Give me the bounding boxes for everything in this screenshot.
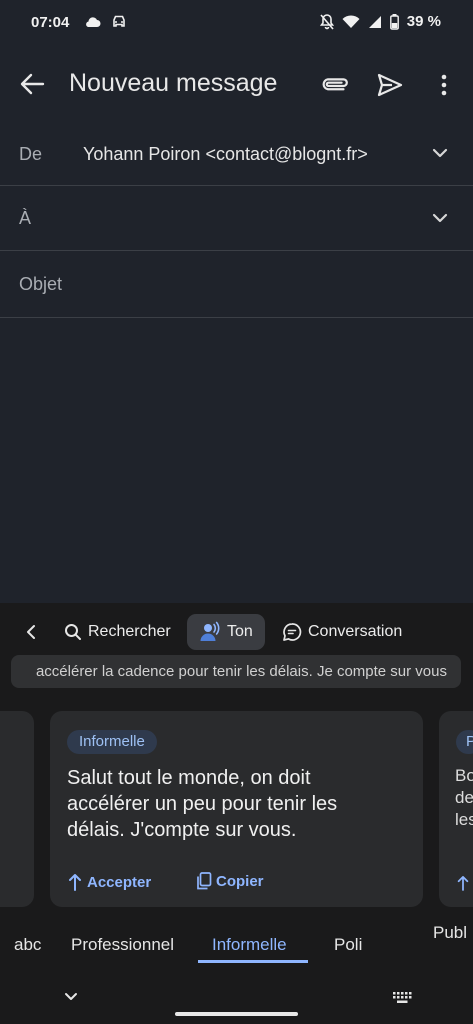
gesture-handle[interactable]: [175, 1012, 298, 1016]
conversation-tool[interactable]: Conversation: [282, 614, 402, 650]
accept-label: Accepter: [87, 873, 152, 891]
back-arrow-icon[interactable]: [18, 70, 46, 98]
tab-professionnel[interactable]: Professionnel: [71, 935, 174, 955]
accept-arrow-icon[interactable]: [456, 874, 470, 892]
suggestion-carousel[interactable]: Informelle Salut tout le monde, on doit …: [0, 711, 473, 909]
app-bar: Nouveau message: [0, 52, 473, 116]
paperclip-icon[interactable]: [320, 70, 350, 100]
battery-level: 39 %: [406, 13, 441, 30]
accept-button[interactable]: Accepter: [67, 872, 151, 892]
to-label: À: [19, 208, 32, 228]
tone-source-preview: accélérer la cadence pour tenir les déla…: [11, 655, 461, 688]
suggestion-text: Salut tout le monde, on doit accélérer u…: [67, 767, 338, 841]
chevron-left-icon[interactable]: [24, 624, 38, 640]
tone-tool-label: Ton: [227, 623, 253, 640]
navigation-bar: [0, 975, 473, 1024]
tab-publ[interactable]: Publ: [433, 923, 467, 943]
status-time: 07:04: [31, 14, 70, 31]
tone-chip: Informelle: [67, 730, 157, 754]
suggestion-card-next[interactable]: P Bo de les: [439, 711, 473, 907]
tab-poli[interactable]: Poli: [334, 935, 362, 955]
status-bar: 07:04 39 %: [0, 0, 473, 46]
cloud-icon: [86, 16, 101, 27]
signal-icon: [368, 15, 381, 28]
tone-chip: P: [456, 730, 473, 754]
tone-tool[interactable]: Ton: [187, 614, 265, 650]
preview-text: accélérer la cadence pour tenir les déla…: [35, 663, 447, 680]
copy-icon: [197, 872, 212, 890]
more-vert-icon[interactable]: [432, 70, 456, 100]
chevron-down-icon[interactable]: [429, 142, 451, 164]
accept-arrow-icon: [69, 874, 81, 891]
keyboard-toolbar: Rechercher Ton Conversation: [0, 607, 473, 653]
message-body[interactable]: [0, 318, 473, 603]
peek-suggestion-text: Bo de les: [455, 766, 473, 829]
suggestion-card-prev[interactable]: [0, 711, 34, 907]
car-icon: [113, 15, 125, 27]
tab-abc[interactable]: abc: [14, 935, 41, 955]
from-field[interactable]: De Yohann Poiron <contact@blognt.fr>: [0, 120, 473, 186]
notifications-off-icon: [319, 13, 334, 30]
battery-icon: [389, 13, 399, 30]
keyboard-panel: Rechercher Ton Conversation accélérer la…: [0, 603, 473, 1024]
active-tab-indicator: [198, 960, 308, 963]
subject-placeholder: Objet: [19, 274, 63, 294]
chevron-down-icon[interactable]: [429, 207, 451, 229]
suggestion-card[interactable]: Informelle Salut tout le monde, on doit …: [50, 711, 423, 907]
copy-label: Copier: [216, 872, 264, 890]
hide-keyboard-chevron-icon[interactable]: [63, 991, 79, 1003]
search-icon: [65, 624, 81, 640]
page-title: Nouveau message: [69, 69, 278, 97]
conversation-tool-label: Conversation: [308, 623, 403, 640]
tone-tabs: abc Professionnel Informelle Poli Publ: [0, 923, 473, 967]
copy-button[interactable]: Copier: [196, 872, 264, 890]
from-label: De: [19, 144, 43, 164]
keyboard-switch-icon[interactable]: [392, 991, 412, 1005]
send-icon[interactable]: [375, 70, 405, 100]
chat-bubble-icon: [283, 623, 302, 641]
tone-voice-icon: [200, 621, 220, 641]
to-field[interactable]: À: [0, 186, 473, 251]
search-tool[interactable]: Rechercher: [64, 614, 171, 650]
search-tool-label: Rechercher: [88, 623, 171, 640]
tab-informelle[interactable]: Informelle: [212, 935, 287, 955]
from-value: Yohann Poiron <contact@blognt.fr>: [83, 144, 368, 164]
subject-field[interactable]: Objet: [0, 251, 473, 318]
wifi-icon: [342, 14, 360, 28]
